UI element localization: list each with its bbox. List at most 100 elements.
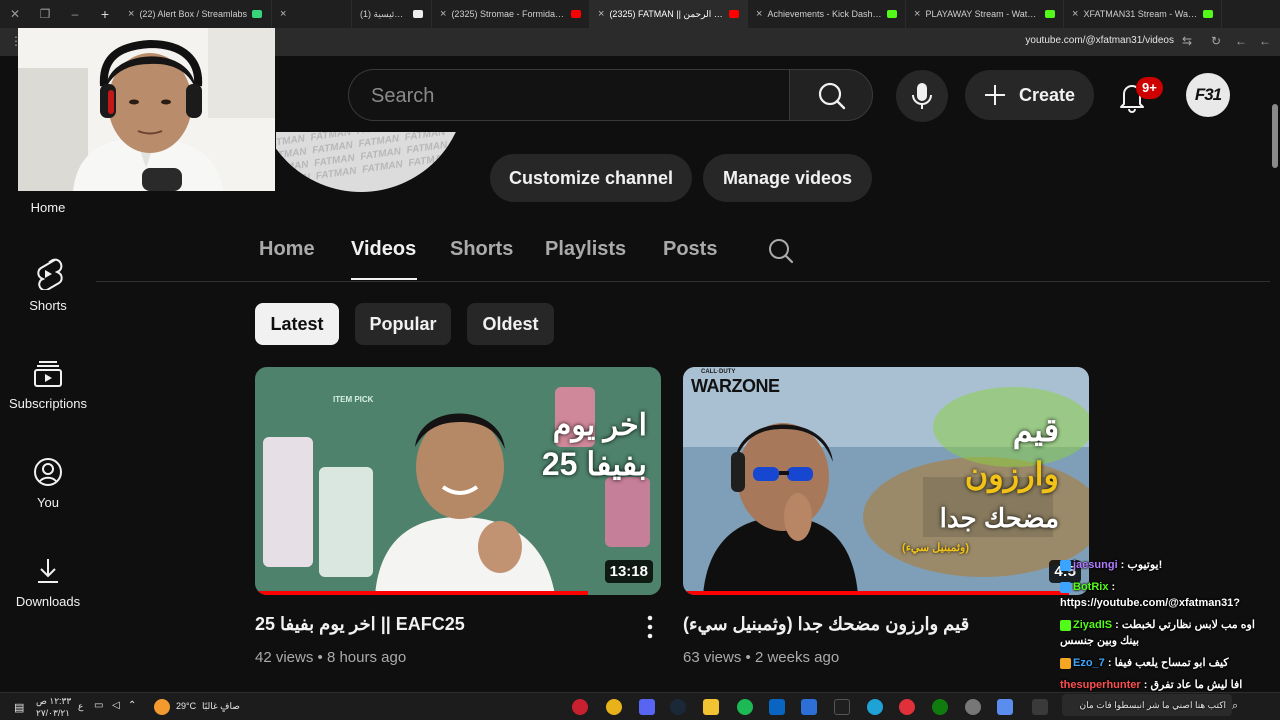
close-tab-icon[interactable]: × xyxy=(914,8,920,20)
tab-posts[interactable]: Posts xyxy=(663,238,717,261)
weather-icon[interactable] xyxy=(154,699,170,715)
account-avatar[interactable]: F31 xyxy=(1186,73,1230,117)
search-button[interactable] xyxy=(789,69,873,121)
video-metadata: 42 views • 8 hours ago xyxy=(255,649,407,666)
tab-home[interactable]: Home xyxy=(259,238,315,261)
tab-shorts[interactable]: Shorts xyxy=(450,238,513,261)
page-scrollbar[interactable] xyxy=(1270,56,1280,692)
close-tab-icon[interactable]: × xyxy=(440,8,446,20)
tab-favicon-icon xyxy=(413,10,423,18)
network-icon[interactable]: ▭ xyxy=(94,700,103,711)
tab-playlists[interactable]: Playlists xyxy=(545,238,626,261)
close-tab-icon[interactable]: × xyxy=(1072,8,1078,20)
microphone-icon xyxy=(912,83,932,109)
close-window-icon[interactable]: ✕ xyxy=(0,7,30,21)
browser-tab[interactable]: (1) الرئيسية / X xyxy=(352,0,432,28)
sidebar-item-downloads[interactable]: Downloads xyxy=(0,556,96,609)
spotify-app-icon[interactable] xyxy=(737,699,753,715)
video-more-actions-button[interactable] xyxy=(640,614,660,640)
browser-tab[interactable]: ×Achievements - Kick Dashboard xyxy=(748,0,906,28)
video-title[interactable]: قيم وارزون مضحك جدا (وثمبنيل سيء) xyxy=(683,614,969,635)
search-placeholder: Search xyxy=(371,85,435,107)
sidebar-item-you[interactable]: You xyxy=(0,457,96,510)
video-duration-badge: 13:18 xyxy=(604,560,653,583)
taskbar-date: ٢٧/٠٣/٢١ xyxy=(36,708,71,718)
close-tab-icon[interactable]: × xyxy=(598,8,604,20)
channel-avatar[interactable]: FATMAN FATMAN FATMAN FATMAN FATMAN FATMA… xyxy=(276,132,459,196)
sidebar-item-subscriptions[interactable]: Subscriptions xyxy=(0,360,96,411)
chat-text: كيف ابو تمساح يلعب فيفا xyxy=(1114,657,1229,669)
chat-username: thesuperhunter xyxy=(1060,679,1141,691)
browser-tab-active[interactable]: × (2325) FATMAN || عبد الرحمن xyxy=(590,0,748,28)
active-tab-indicator xyxy=(351,278,417,280)
video-title[interactable]: اخر يوم بفيفا 25 || EAFC25 xyxy=(255,614,465,635)
close-tab-icon[interactable]: × xyxy=(756,8,762,20)
subscriptions-icon xyxy=(34,361,62,387)
tab-favicon-icon xyxy=(251,10,262,18)
download-icon xyxy=(38,559,58,583)
tray-chevron-icon[interactable]: ⌃ xyxy=(128,700,136,711)
video-thumbnail[interactable]: CALL·DUTY WARZONE قيم وارزون مضحك جدا (و… xyxy=(683,367,1089,595)
notification-center-icon[interactable]: ▤ xyxy=(14,701,24,714)
weather-temp[interactable]: 29°C xyxy=(176,701,196,711)
stream-chat-overlay: jaesungi : يوتيوب! BotRix : https://yout… xyxy=(1060,557,1270,692)
reload-icon[interactable]: ↻ xyxy=(1211,34,1221,48)
input-language-indicator[interactable]: ع xyxy=(78,701,83,712)
file-explorer-app-icon[interactable] xyxy=(703,699,719,715)
manage-videos-button[interactable]: Manage videos xyxy=(703,154,872,202)
app-icon[interactable] xyxy=(997,699,1013,715)
tab-favicon-icon xyxy=(571,10,581,18)
browser-tab[interactable]: × XFATMAN31 Stream - Watch Li xyxy=(1064,0,1222,28)
terminal-app-icon[interactable] xyxy=(834,699,850,715)
outlook-app-icon[interactable] xyxy=(769,699,785,715)
chip-popular[interactable]: Popular xyxy=(355,303,451,345)
store-app-icon[interactable] xyxy=(801,699,817,715)
obs-app-icon[interactable] xyxy=(572,699,588,715)
tab-favicon-icon xyxy=(1045,10,1055,18)
video-thumbnail[interactable]: ITEM PICK اخر يوم بفيفا 25 13:18 xyxy=(255,367,661,595)
app-icon[interactable] xyxy=(899,699,915,715)
weather-desc[interactable]: صافٍ غالبًا xyxy=(202,701,240,712)
thumbnail-brand: WARZONE xyxy=(691,376,780,396)
notification-count-badge: 9+ xyxy=(1136,77,1163,99)
restore-window-icon[interactable]: ❐ xyxy=(30,7,60,21)
volume-icon[interactable]: ◁ xyxy=(112,700,120,711)
discord-app-icon[interactable] xyxy=(639,699,655,715)
watch-progress-bar xyxy=(255,591,588,595)
sidebar-item-shorts[interactable]: Shorts xyxy=(0,258,96,313)
search-input[interactable]: Search xyxy=(348,69,790,121)
new-tab-icon[interactable]: + xyxy=(90,6,120,22)
url-field[interactable]: youtube.com/@xfatman31/videos xyxy=(1025,35,1174,46)
voice-search-button[interactable] xyxy=(896,70,948,122)
chrome-app-icon[interactable] xyxy=(606,699,622,715)
browser-tab[interactable]: × xyxy=(272,0,352,28)
settings-app-icon[interactable] xyxy=(965,699,981,715)
customize-channel-button[interactable]: Customize channel xyxy=(490,154,692,202)
xbox-app-icon[interactable] xyxy=(932,699,948,715)
taskbar-search-icon[interactable]: ⌕ xyxy=(1232,700,1238,713)
chip-latest[interactable]: Latest xyxy=(255,303,339,345)
channel-search-icon[interactable] xyxy=(766,236,796,266)
browser-tab[interactable]: ×PLAYAWAY Stream - Watch Live xyxy=(906,0,1064,28)
close-tab-icon[interactable]: × xyxy=(128,8,134,20)
edge-app-icon[interactable] xyxy=(867,699,883,715)
tab-videos[interactable]: Videos xyxy=(351,238,416,261)
taskbar-search-box[interactable]: اكتب هنا اصني ما شر انبسطوا فات مان xyxy=(1062,694,1232,716)
scrollbar-thumb[interactable] xyxy=(1272,104,1278,168)
minimize-window-icon[interactable]: – xyxy=(60,7,90,21)
site-settings-icon[interactable]: ⇆ xyxy=(1182,34,1192,48)
browser-tab[interactable]: × (22) Alert Box / Streamlabs xyxy=(120,0,272,28)
chat-username: jaesungi xyxy=(1073,559,1118,571)
create-button[interactable]: Create xyxy=(965,70,1094,120)
sidebar-item-home[interactable]: Home xyxy=(0,200,96,215)
task-view-icon[interactable] xyxy=(1032,699,1048,715)
back-icon[interactable]: ← xyxy=(1259,34,1271,48)
close-tab-icon[interactable]: × xyxy=(280,8,286,20)
video-age: 2 weeks ago xyxy=(754,649,840,666)
browser-tab[interactable]: × (2325) Stromae - Formidable ( xyxy=(432,0,590,28)
chip-oldest[interactable]: Oldest xyxy=(467,303,554,345)
steam-app-icon[interactable] xyxy=(670,699,686,715)
webcam-person-image xyxy=(18,28,275,191)
forward-icon[interactable]: ← xyxy=(1235,34,1247,48)
video-metadata: 63 views • 2 weeks ago xyxy=(683,649,840,666)
